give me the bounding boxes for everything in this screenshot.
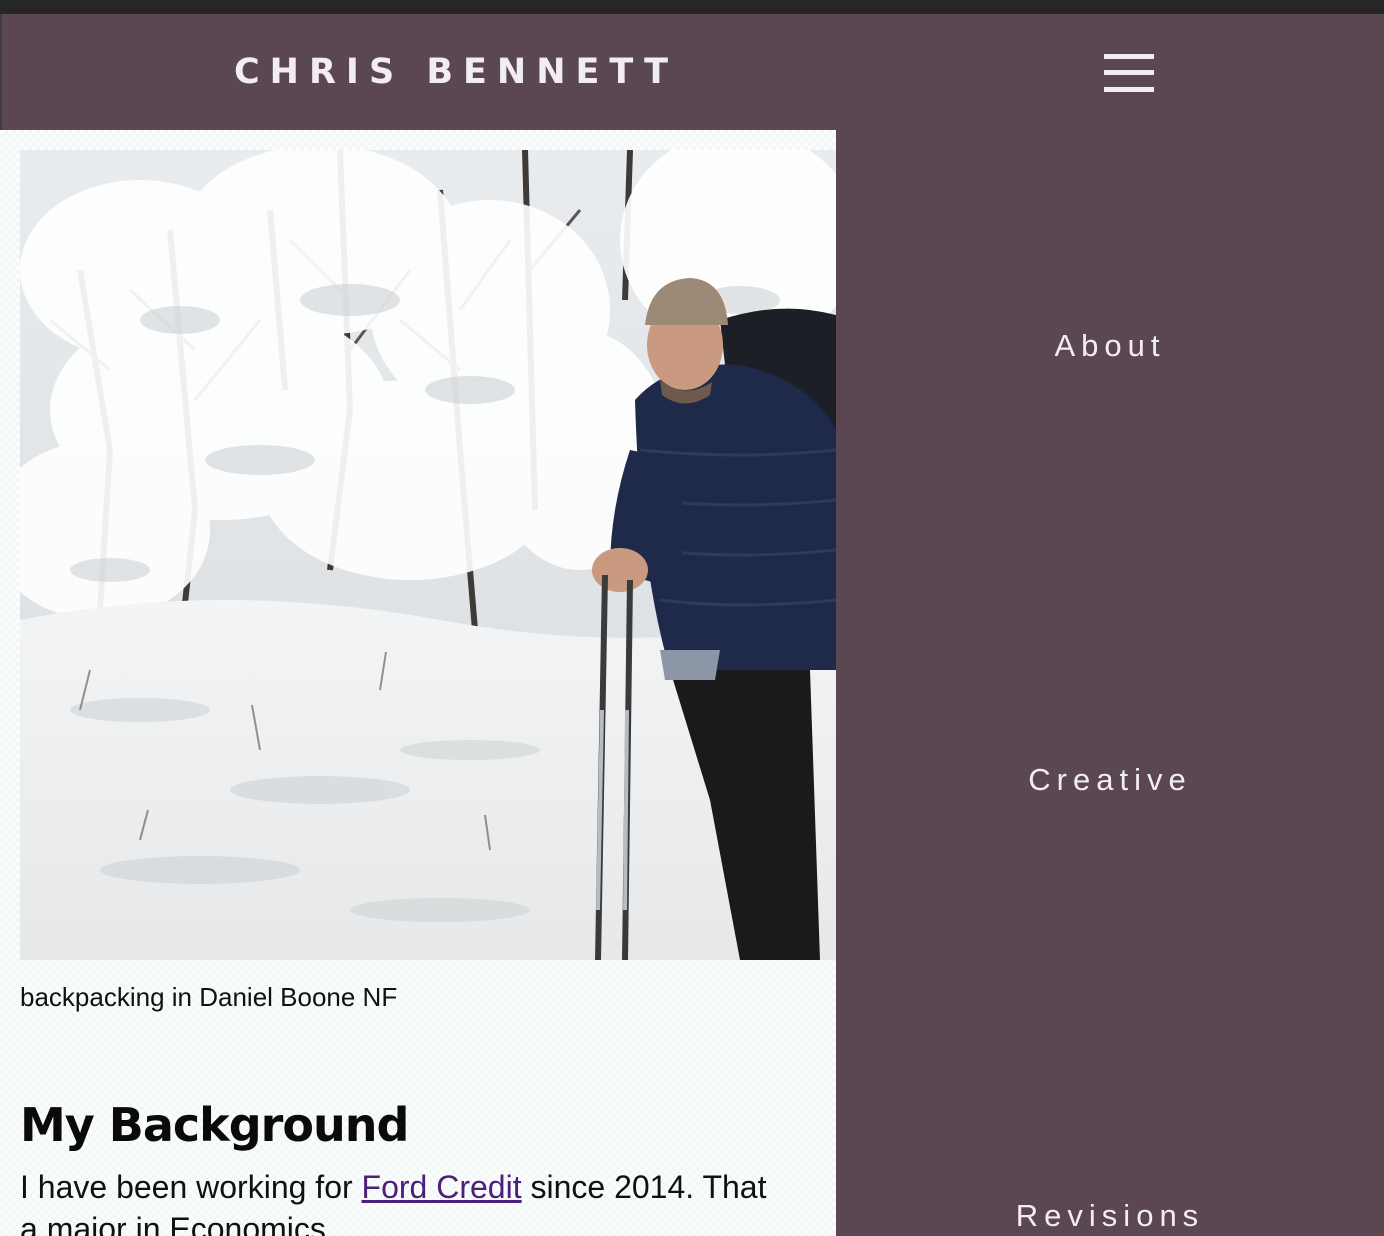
hiker-photo (20, 150, 836, 960)
paragraph-text: a major in Economics (20, 1211, 326, 1236)
menu-item-about[interactable]: About (836, 328, 1384, 364)
hamburger-line (1104, 87, 1154, 92)
nav-menu-panel: About Creative Revisions (836, 130, 1384, 1236)
hamburger-menu-icon[interactable] (1104, 54, 1154, 94)
browser-top-bar (0, 0, 1384, 14)
paragraph-text: since 2014. That (521, 1169, 767, 1205)
menu-item-revisions[interactable]: Revisions (836, 1198, 1384, 1234)
ford-credit-link[interactable]: Ford Credit (362, 1169, 522, 1205)
site-header: CHRIS BENNETT (0, 14, 1384, 130)
paragraph-text: I have been working for (20, 1169, 362, 1205)
photo-caption: backpacking in Daniel Boone NF (20, 982, 398, 1012)
hamburger-line (1104, 54, 1154, 59)
background-paragraph: I have been working for Ford Credit sinc… (20, 1166, 836, 1236)
section-heading: My Background (20, 1098, 409, 1152)
hamburger-line (1104, 70, 1154, 75)
menu-item-creative[interactable]: Creative (836, 762, 1384, 798)
site-title[interactable]: CHRIS BENNETT (234, 48, 678, 96)
main-content: backpacking in Daniel Boone NF My Backgr… (0, 130, 836, 1236)
